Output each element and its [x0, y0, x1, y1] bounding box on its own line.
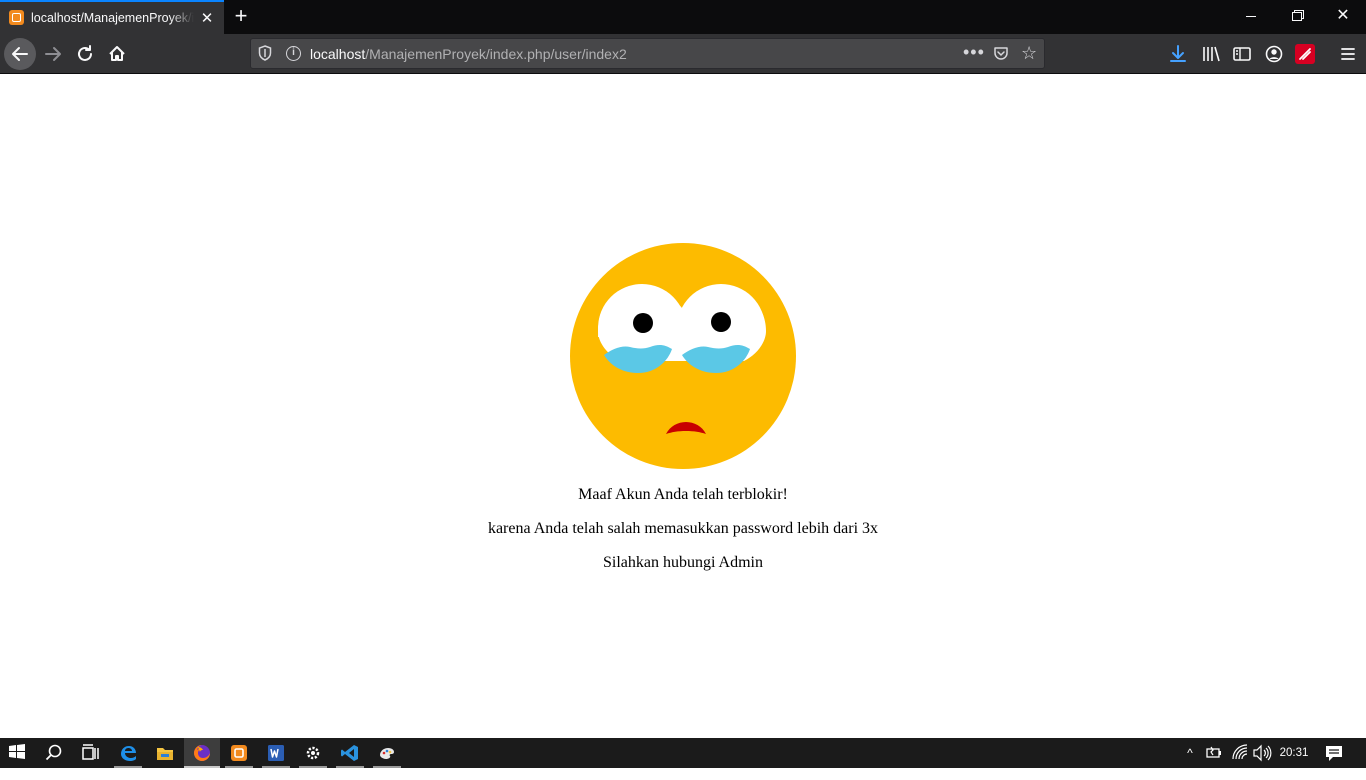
pocket-icon[interactable] [993, 45, 1009, 61]
search-button[interactable] [36, 738, 72, 768]
windows-taskbar: ^ 20:31 [0, 738, 1366, 768]
browser-tab-active[interactable]: localhost/ManajemenProyek/index.php/user… [0, 0, 224, 34]
bookmark-star-icon[interactable]: ☆ [1021, 43, 1037, 64]
contact-admin-text: Silahkan hubungi Admin [603, 554, 763, 571]
home-icon [109, 46, 125, 61]
crying-face-icon [570, 243, 796, 469]
network-icon[interactable] [1231, 738, 1249, 768]
extension-icon[interactable] [1295, 44, 1315, 64]
vscode-icon [341, 745, 358, 761]
settings-icon [306, 746, 320, 760]
speaker-icon [1253, 744, 1272, 762]
window-minimize-button[interactable] [1228, 0, 1274, 34]
taskbar-file-explorer[interactable] [147, 738, 183, 768]
notifications-icon [1326, 746, 1342, 761]
url-host: localhost [310, 46, 366, 62]
url-bar[interactable]: i localhost/ManajemenProyek/index.php/us… [250, 38, 1045, 69]
firefox-icon [194, 745, 210, 761]
taskbar-edge[interactable] [110, 738, 146, 768]
word-icon [268, 745, 284, 761]
show-hidden-icons-button[interactable]: ^ [1181, 738, 1199, 768]
edge-icon [121, 746, 136, 761]
taskbar-paint[interactable] [369, 738, 405, 768]
home-button[interactable] [101, 38, 133, 70]
start-button[interactable] [0, 738, 36, 768]
page-content: Maaf Akun Anda telah terblokir! karena A… [0, 75, 1366, 738]
taskbar-settings[interactable] [295, 738, 331, 768]
minimize-icon [1246, 16, 1256, 18]
volume-icon[interactable] [1252, 738, 1272, 768]
hamburger-menu-icon[interactable] [1337, 43, 1359, 65]
sidebar-icon[interactable] [1231, 43, 1253, 65]
taskbar-firefox[interactable] [184, 738, 220, 768]
battery-icon[interactable] [1205, 738, 1223, 768]
window-close-button[interactable]: ✕ [1320, 0, 1366, 34]
reload-icon [78, 45, 92, 61]
downloads-icon[interactable] [1167, 43, 1189, 65]
back-button[interactable] [4, 38, 36, 70]
tab-close-icon[interactable]: ✕ [198, 10, 216, 28]
url-path: /ManajemenProyek/index.php/user/index2 [365, 46, 627, 62]
page-actions-icon[interactable]: ••• [963, 42, 985, 63]
library-icon[interactable] [1200, 43, 1222, 65]
forward-arrow-icon [45, 47, 61, 61]
task-view-button[interactable] [72, 738, 108, 768]
xampp-favicon-icon [9, 10, 24, 25]
taskbar-word[interactable] [258, 738, 294, 768]
blocked-heading: Maaf Akun Anda telah terblokir! [578, 486, 788, 503]
url-text[interactable]: localhost/ManajemenProyek/index.php/user… [310, 46, 627, 62]
battery-glyph-icon [1206, 746, 1221, 758]
paint-icon [380, 748, 394, 759]
restore-icon [1292, 12, 1302, 22]
reload-button[interactable] [69, 38, 101, 70]
new-tab-button[interactable]: + [228, 4, 254, 30]
forward-button[interactable] [37, 38, 69, 70]
file-explorer-icon [157, 748, 173, 760]
tab-title: localhost/ManajemenProyek/index.php/user… [31, 11, 194, 25]
tracking-shield-icon[interactable] [258, 45, 272, 61]
tab-strip: localhost/ManajemenProyek/index.php/user… [0, 0, 1366, 34]
windows-start-icon [9, 744, 25, 759]
back-arrow-icon [12, 47, 28, 61]
account-icon[interactable] [1263, 43, 1285, 65]
blocked-reason: karena Anda telah salah memasukkan passw… [487, 520, 879, 537]
xampp-icon [231, 745, 247, 761]
extension-glyph-icon [1299, 48, 1311, 60]
site-info-icon[interactable]: i [286, 46, 301, 61]
taskbar-vscode[interactable] [332, 738, 368, 768]
action-center-button[interactable] [1322, 738, 1346, 768]
taskbar-xampp[interactable] [221, 738, 257, 768]
task-view-icon [82, 744, 99, 760]
search-icon [45, 744, 62, 761]
wifi-icon [1232, 744, 1248, 760]
system-clock[interactable]: 20:31 [1278, 738, 1310, 768]
window-restore-button[interactable] [1274, 0, 1320, 34]
navigation-toolbar: i localhost/ManajemenProyek/index.php/us… [0, 34, 1366, 74]
